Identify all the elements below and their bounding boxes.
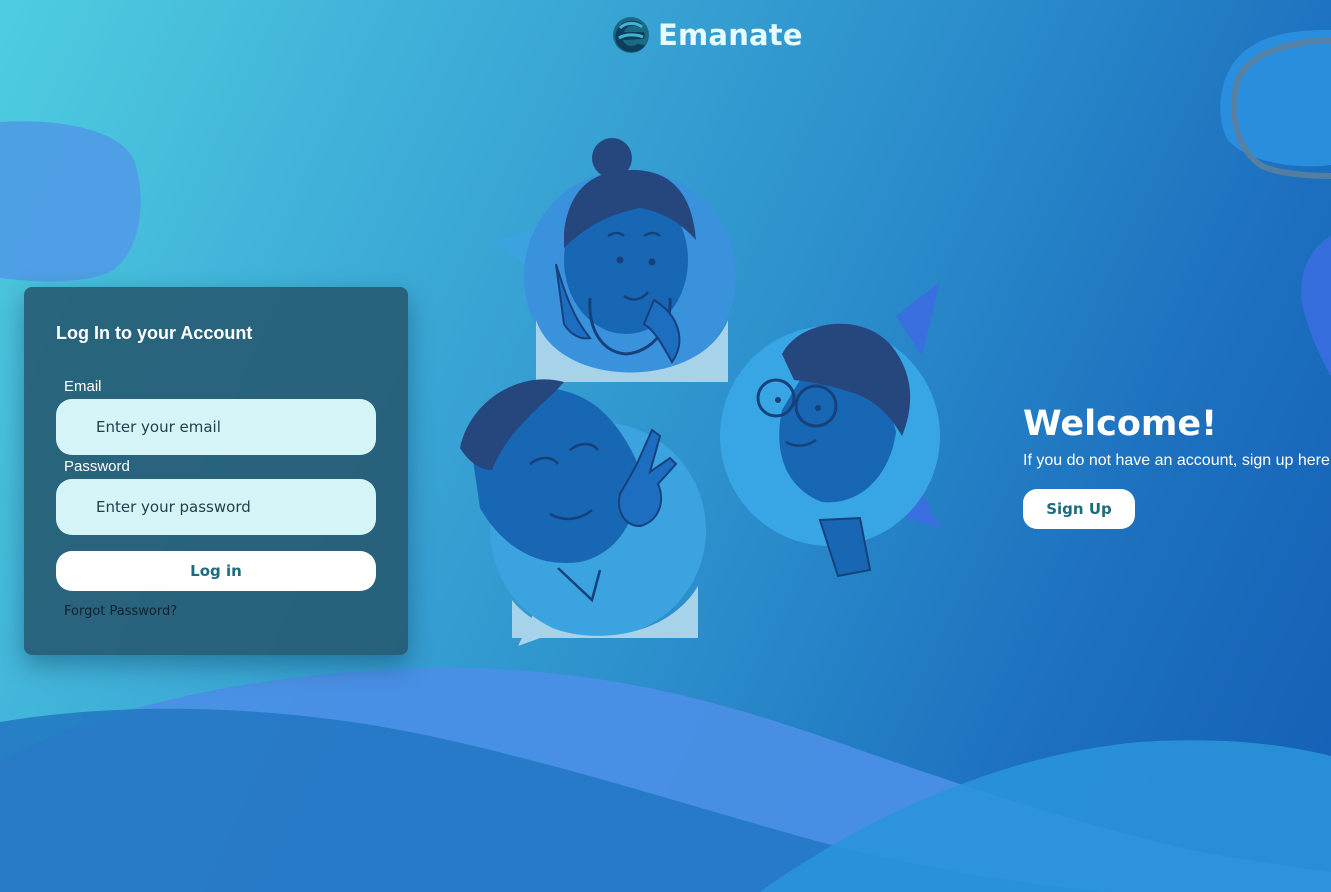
login-button[interactable]: Log in <box>56 551 376 591</box>
password-label: Password <box>64 458 130 475</box>
brand-name: Emanate <box>658 18 803 52</box>
top-left-blob <box>0 121 141 282</box>
login-card: Log In to your Account Email Password Lo… <box>24 287 408 655</box>
woman-bubble <box>490 138 736 382</box>
welcome-subtitle: If you do not have an account, sign up h… <box>1023 452 1330 469</box>
email-input[interactable] <box>56 399 376 455</box>
right-edge-shape <box>1301 236 1331 376</box>
password-input[interactable] <box>56 479 376 535</box>
email-label: Email <box>64 378 102 395</box>
signup-button[interactable]: Sign Up <box>1023 489 1135 529</box>
welcome-title: Welcome! <box>1023 404 1218 444</box>
emanate-logo-icon <box>613 17 649 53</box>
brand-header: Emanate <box>610 12 803 58</box>
login-title: Log In to your Account <box>56 323 253 343</box>
smiling-man-bubble <box>460 379 706 646</box>
people-chat-illustration-icon <box>460 138 940 646</box>
forgot-password-link[interactable]: Forgot Password? <box>64 604 177 619</box>
glasses-man-bubble <box>720 282 940 578</box>
